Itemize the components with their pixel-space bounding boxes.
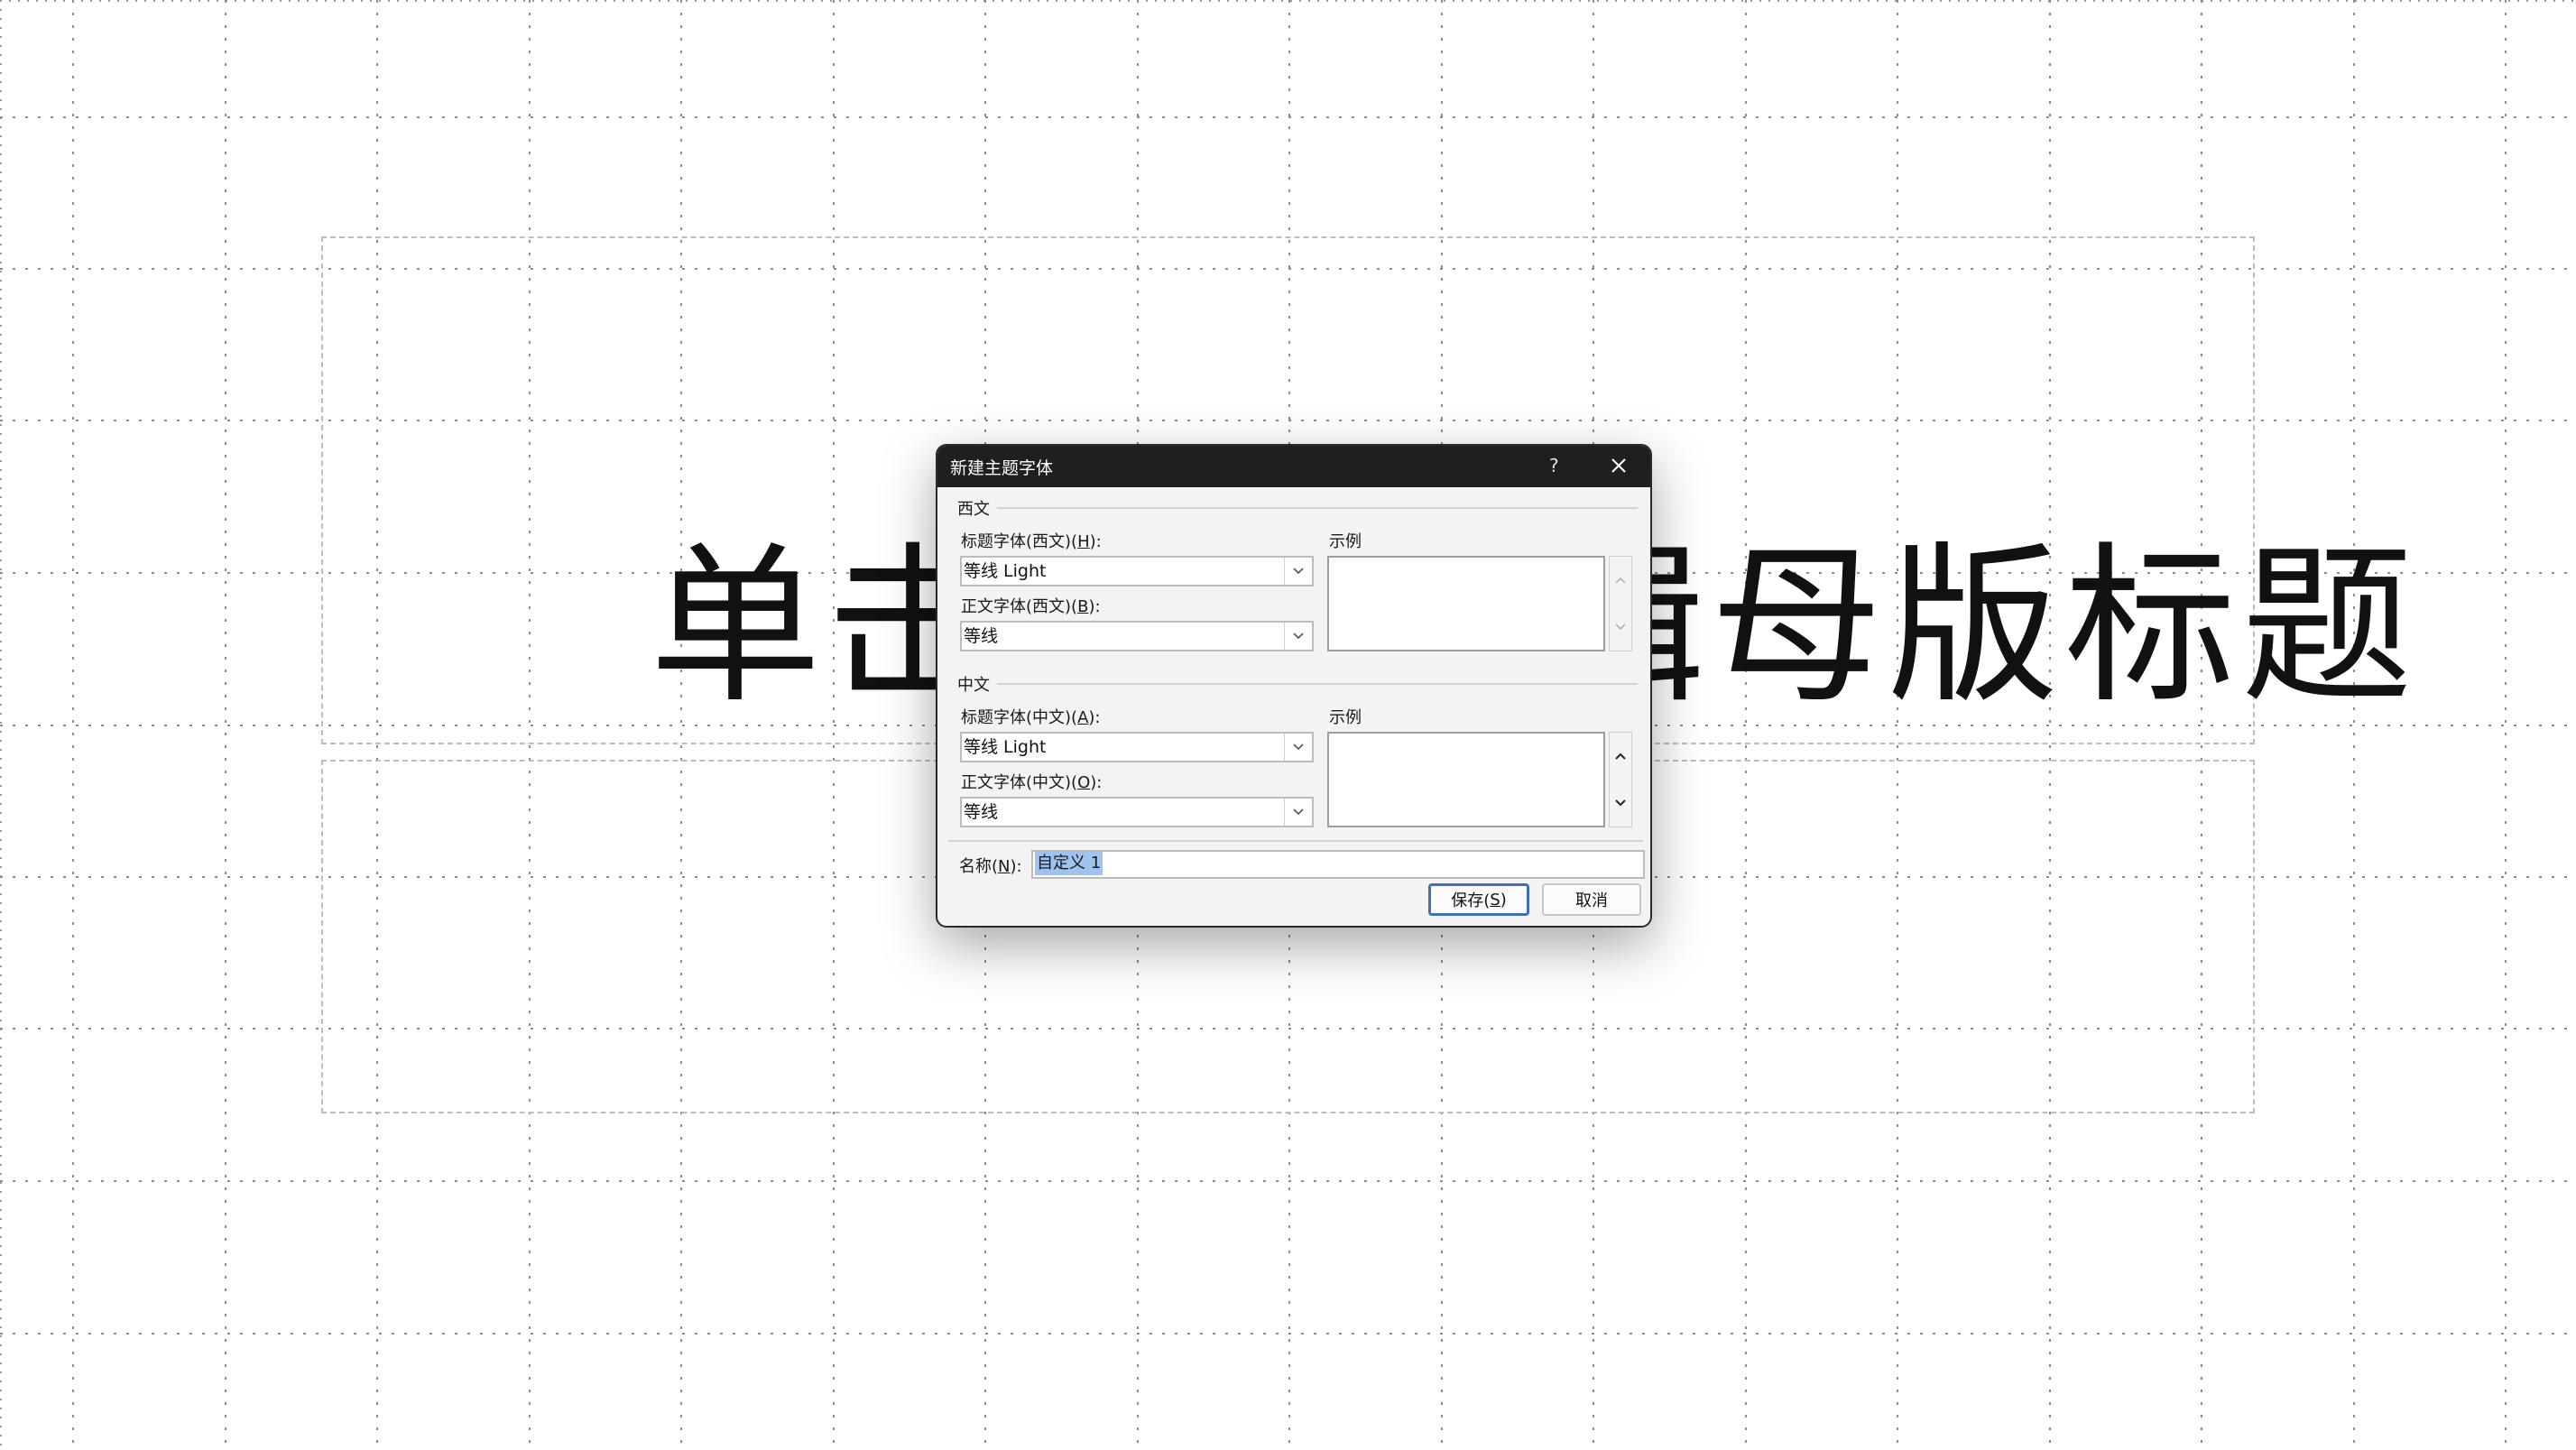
chinese-body-font-combo[interactable]: 等线 bbox=[960, 797, 1314, 827]
chinese-sample-label: 示例 bbox=[1329, 708, 1362, 727]
grid-line bbox=[0, 1180, 2576, 1182]
cancel-button[interactable]: 取消 bbox=[1542, 883, 1641, 916]
chinese-heading-font-combo[interactable]: 等线 Light bbox=[960, 732, 1314, 762]
chevron-down-icon[interactable] bbox=[1284, 799, 1312, 826]
chinese-group-label: 中文 bbox=[957, 676, 990, 695]
dialog-titlebar: 新建主题字体 ? bbox=[937, 446, 1650, 487]
chinese-heading-font-value: 等线 Light bbox=[964, 737, 1047, 757]
chevron-up-icon[interactable] bbox=[1610, 733, 1631, 780]
chevron-down-icon[interactable] bbox=[1284, 558, 1312, 585]
name-input[interactable]: 自定义 1 bbox=[1031, 850, 1645, 879]
dialog-title: 新建主题字体 bbox=[950, 457, 1054, 478]
help-button[interactable]: ? bbox=[1549, 455, 1559, 476]
chevron-down-icon[interactable] bbox=[1284, 734, 1312, 761]
name-input-value: 自定义 1 bbox=[1035, 852, 1103, 875]
new-theme-fonts-dialog: 新建主题字体 ? 西文 标题字体(西文)(H): 等线 Light 正文字体(西… bbox=[936, 444, 1652, 928]
grid-line bbox=[0, 1333, 2576, 1335]
chinese-body-font-value: 等线 bbox=[964, 802, 999, 822]
name-label: 名称(N): bbox=[959, 857, 1022, 876]
western-sample-preview bbox=[1327, 556, 1605, 651]
western-heading-font-value: 等线 Light bbox=[964, 561, 1047, 581]
chevron-down-icon[interactable] bbox=[1284, 623, 1312, 650]
grid-line bbox=[0, 116, 2576, 118]
western-body-font-value: 等线 bbox=[964, 626, 999, 646]
save-button[interactable]: 保存(S) bbox=[1428, 883, 1529, 916]
chinese-body-font-label: 正文字体(中文)(O): bbox=[961, 773, 1103, 792]
group-divider bbox=[997, 683, 1638, 685]
western-body-font-label: 正文字体(西文)(B): bbox=[961, 597, 1101, 616]
western-body-font-combo[interactable]: 等线 bbox=[960, 621, 1314, 651]
close-button[interactable] bbox=[1605, 452, 1632, 479]
western-group-label: 西文 bbox=[957, 500, 990, 519]
chinese-heading-font-label: 标题字体(中文)(A): bbox=[961, 708, 1101, 727]
western-preview-scrollbar[interactable] bbox=[1609, 556, 1632, 651]
chinese-sample-preview bbox=[1327, 732, 1605, 827]
chevron-down-icon[interactable] bbox=[1610, 604, 1631, 651]
group-divider bbox=[948, 840, 1643, 842]
western-sample-label: 示例 bbox=[1329, 532, 1362, 551]
chinese-preview-scrollbar[interactable] bbox=[1609, 732, 1632, 827]
group-divider bbox=[997, 507, 1638, 509]
western-heading-font-label: 标题字体(西文)(H): bbox=[961, 532, 1102, 551]
chevron-up-icon[interactable] bbox=[1610, 557, 1631, 604]
close-icon bbox=[1611, 458, 1626, 473]
western-heading-font-combo[interactable]: 等线 Light bbox=[960, 556, 1314, 586]
chevron-down-icon[interactable] bbox=[1610, 780, 1631, 827]
